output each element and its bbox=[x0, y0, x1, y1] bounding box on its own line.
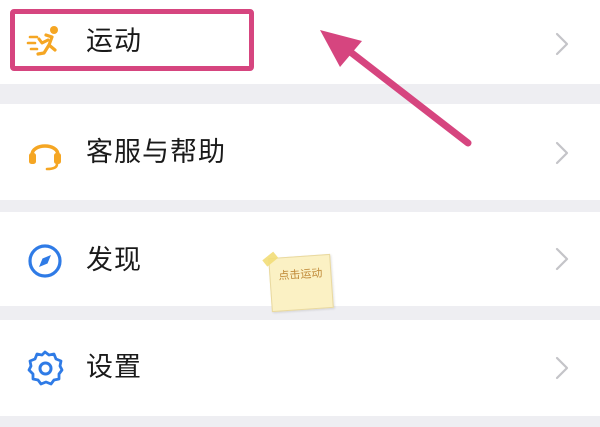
compass-icon bbox=[26, 242, 64, 280]
gear-icon bbox=[26, 349, 64, 387]
menu-item-label: 发现 bbox=[86, 245, 142, 276]
chevron-right-icon bbox=[552, 139, 572, 167]
chevron-right-icon bbox=[552, 245, 572, 273]
menu-item-label: 设置 bbox=[86, 352, 142, 383]
menu-item-label: 客服与帮助 bbox=[86, 137, 226, 168]
menu-item-settings[interactable]: 设置 bbox=[0, 320, 600, 416]
sticky-note-text: 点击运动 bbox=[278, 266, 323, 283]
headset-icon bbox=[26, 133, 64, 171]
highlight-box bbox=[10, 9, 254, 71]
chevron-right-icon bbox=[552, 30, 572, 58]
sticky-note: 点击运动 bbox=[268, 253, 334, 313]
pointer-arrow-icon bbox=[300, 15, 480, 155]
chevron-right-icon bbox=[552, 354, 572, 382]
